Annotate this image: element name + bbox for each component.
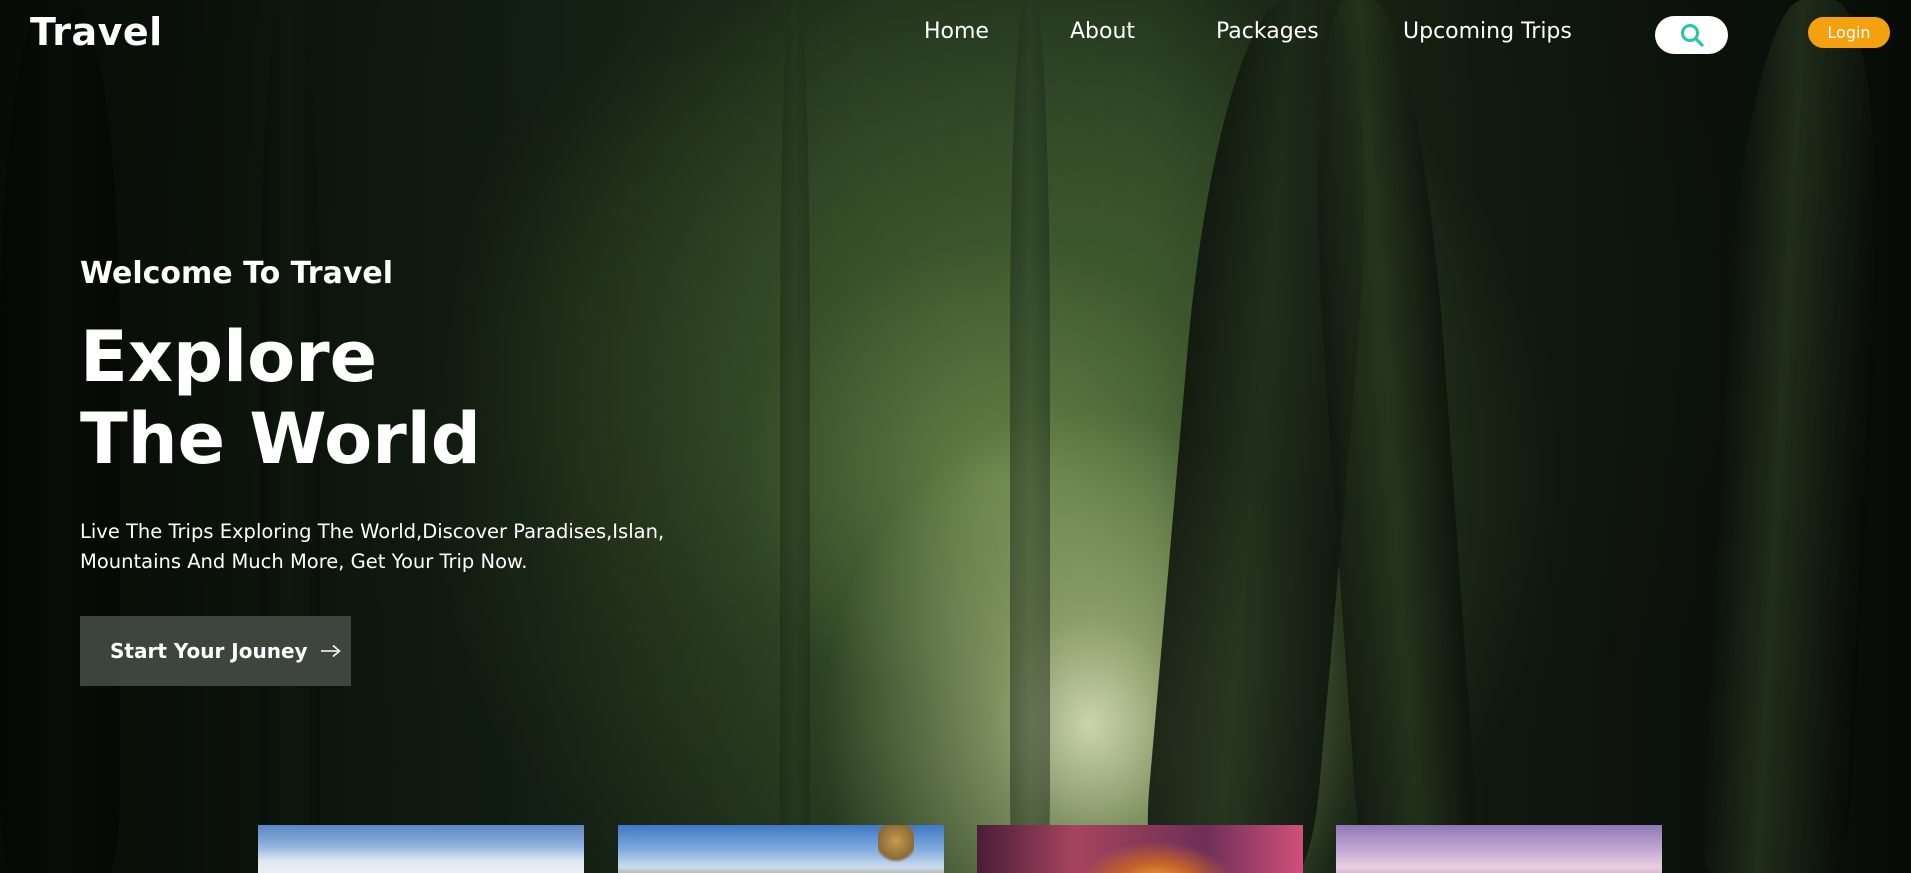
nav-link-packages[interactable]: Packages <box>1216 19 1319 44</box>
description-line: Mountains And Much More, Get Your Trip N… <box>80 550 528 573</box>
login-button[interactable]: Login <box>1808 17 1890 48</box>
destination-card[interactable] <box>1336 825 1662 873</box>
arrow-right-icon <box>320 644 342 658</box>
description-line: Live The Trips Exploring The World,Disco… <box>80 520 665 543</box>
headline-line: Explore <box>80 316 378 398</box>
hero-headline: Explore The World <box>80 316 481 480</box>
cta-label: Start Your Jouney <box>110 639 308 663</box>
destination-card[interactable] <box>618 825 944 873</box>
nav-link-home[interactable]: Home <box>924 19 989 44</box>
tree-image <box>878 825 914 865</box>
nav-link-about[interactable]: About <box>1070 19 1135 44</box>
hero-description: Live The Trips Exploring The World,Disco… <box>80 517 700 577</box>
search-button[interactable] <box>1655 16 1728 54</box>
destination-card[interactable] <box>258 825 584 873</box>
search-icon <box>1680 24 1704 47</box>
headline-line: The World <box>80 398 481 480</box>
nav-link-upcoming-trips[interactable]: Upcoming Trips <box>1403 19 1572 44</box>
brand-logo[interactable]: Travel <box>30 10 163 54</box>
navbar: Travel Home About Packages Upcoming Trip… <box>0 0 1911 66</box>
destination-card[interactable] <box>977 825 1303 873</box>
start-journey-button[interactable]: Start Your Jouney <box>80 616 351 686</box>
hero-welcome: Welcome To Travel <box>80 256 394 291</box>
